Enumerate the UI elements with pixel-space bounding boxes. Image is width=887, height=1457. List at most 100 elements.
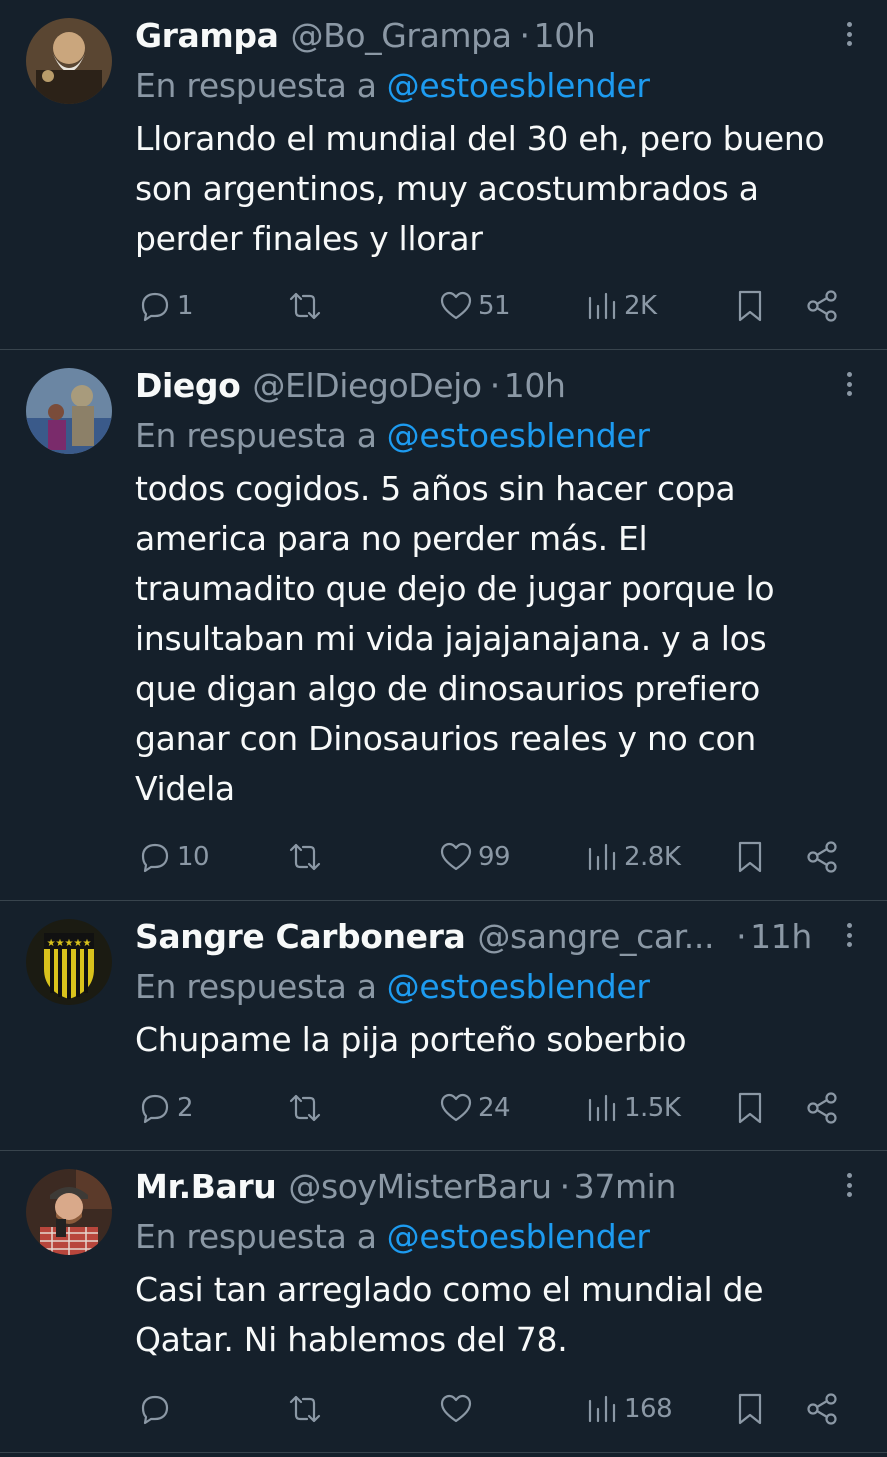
reply-count: 2 bbox=[177, 1093, 194, 1123]
more-options-icon[interactable] bbox=[837, 1167, 861, 1203]
view-count: 2.8K bbox=[624, 842, 681, 872]
share-button[interactable] bbox=[804, 1389, 840, 1429]
svg-text:★★★★★: ★★★★★ bbox=[47, 938, 92, 949]
bookmark-button[interactable] bbox=[732, 1088, 768, 1128]
separator-dot: · bbox=[489, 365, 500, 405]
tweet-item[interactable]: ★★★★★ Sangre Carbonera @sangre_car... · … bbox=[0, 901, 887, 1151]
bookmark-button[interactable] bbox=[732, 1389, 768, 1429]
author-name[interactable]: Grampa bbox=[135, 16, 279, 55]
author-handle[interactable]: @sangre_car... bbox=[477, 917, 714, 956]
reply-count: 1 bbox=[177, 291, 194, 321]
timestamp[interactable]: 11h bbox=[750, 917, 812, 956]
views-icon bbox=[588, 1395, 616, 1423]
reply-label: En respuesta a bbox=[135, 966, 377, 1006]
like-button[interactable]: 99 bbox=[438, 837, 511, 877]
tweet-item[interactable]: Grampa @Bo_Grampa · 10h En respuesta a @… bbox=[0, 0, 887, 350]
views-button[interactable]: 2.8K bbox=[584, 837, 681, 877]
like-count: 99 bbox=[478, 842, 511, 872]
views-icon bbox=[588, 1094, 616, 1122]
tweet-item[interactable]: Mr.Baru @soyMisterBaru · 37min En respue… bbox=[0, 1151, 887, 1453]
share-icon bbox=[807, 841, 837, 873]
view-count: 1.5K bbox=[624, 1093, 681, 1123]
like-button[interactable]: 24 bbox=[438, 1088, 511, 1128]
author-name[interactable]: Diego bbox=[135, 366, 241, 405]
views-icon bbox=[588, 292, 616, 320]
heart-icon bbox=[440, 842, 472, 871]
separator-dot: · bbox=[559, 1166, 570, 1206]
author-handle[interactable]: @Bo_Grampa bbox=[291, 16, 512, 55]
reply-label: En respuesta a bbox=[135, 415, 377, 455]
author-name[interactable]: Mr.Baru bbox=[135, 1167, 277, 1206]
avatar-statue-icon bbox=[26, 368, 112, 454]
reply-button[interactable]: 1 bbox=[137, 286, 194, 326]
retweet-button[interactable] bbox=[287, 1088, 323, 1128]
reply-button[interactable]: 10 bbox=[137, 837, 210, 877]
bookmark-icon bbox=[738, 841, 762, 873]
avatar[interactable] bbox=[26, 368, 112, 454]
more-options-icon[interactable] bbox=[837, 16, 861, 52]
avatar[interactable] bbox=[26, 1169, 112, 1255]
reply-label: En respuesta a bbox=[135, 1216, 377, 1256]
more-options-icon[interactable] bbox=[837, 366, 861, 402]
reply-button[interactable] bbox=[137, 1389, 177, 1429]
reply-icon bbox=[141, 1395, 169, 1425]
timestamp[interactable]: 37min bbox=[574, 1167, 677, 1206]
bookmark-button[interactable] bbox=[732, 286, 768, 326]
like-button[interactable] bbox=[438, 1389, 478, 1429]
author-handle[interactable]: @soyMisterBaru bbox=[288, 1167, 552, 1206]
timestamp[interactable]: 10h bbox=[504, 366, 566, 405]
more-options-icon[interactable] bbox=[837, 917, 861, 953]
share-icon bbox=[807, 290, 837, 322]
tweet-actions: 10 99 2.8K bbox=[0, 837, 887, 877]
retweet-icon bbox=[289, 292, 321, 320]
avatar-man-cap-icon bbox=[26, 1169, 112, 1255]
retweet-icon bbox=[289, 1094, 321, 1122]
tweet-text: todos cogidos. 5 años sin hacer copa ame… bbox=[135, 469, 775, 808]
reply-label: En respuesta a bbox=[135, 65, 377, 105]
author-name[interactable]: Sangre Carbonera bbox=[135, 917, 466, 956]
retweet-button[interactable] bbox=[287, 837, 323, 877]
views-button[interactable]: 2K bbox=[584, 286, 657, 326]
bookmark-icon bbox=[738, 1393, 762, 1425]
views-button[interactable]: 168 bbox=[584, 1389, 673, 1429]
avatar[interactable]: ★★★★★ bbox=[26, 919, 112, 1005]
retweet-icon bbox=[289, 1395, 321, 1423]
like-button[interactable]: 51 bbox=[438, 286, 511, 326]
bookmark-button[interactable] bbox=[732, 837, 768, 877]
tweet-text: Llorando el mundial del 30 eh, pero buen… bbox=[135, 119, 825, 258]
like-count: 24 bbox=[478, 1093, 511, 1123]
reply-to-link[interactable]: @estoesblender bbox=[387, 967, 650, 1006]
share-button[interactable] bbox=[804, 837, 840, 877]
reply-icon bbox=[141, 1094, 169, 1124]
retweet-button[interactable] bbox=[287, 286, 323, 326]
separator-dot: · bbox=[519, 15, 530, 55]
timestamp[interactable]: 10h bbox=[534, 16, 596, 55]
avatar-bearded-man-icon bbox=[26, 18, 112, 104]
separator-dot: · bbox=[736, 916, 747, 956]
share-button[interactable] bbox=[804, 286, 840, 326]
share-icon bbox=[807, 1393, 837, 1425]
heart-icon bbox=[440, 291, 472, 320]
reply-to-link[interactable]: @estoesblender bbox=[387, 416, 650, 455]
like-count: 51 bbox=[478, 291, 511, 321]
heart-icon bbox=[440, 1394, 472, 1423]
avatar[interactable] bbox=[26, 18, 112, 104]
reply-to-link[interactable]: @estoesblender bbox=[387, 66, 650, 105]
share-button[interactable] bbox=[804, 1088, 840, 1128]
bookmark-icon bbox=[738, 290, 762, 322]
author-handle[interactable]: @ElDiegoDejo bbox=[252, 366, 482, 405]
reply-button[interactable]: 2 bbox=[137, 1088, 194, 1128]
bookmark-icon bbox=[738, 1092, 762, 1124]
views-button[interactable]: 1.5K bbox=[584, 1088, 681, 1128]
reply-icon bbox=[141, 843, 169, 873]
heart-icon bbox=[440, 1093, 472, 1122]
tweet-actions: 2 24 1.5K bbox=[0, 1088, 887, 1128]
tweet-text: Casi tan arreglado como el mundial de Qa… bbox=[135, 1270, 764, 1359]
reply-to-link[interactable]: @estoesblender bbox=[387, 1217, 650, 1256]
share-icon bbox=[807, 1092, 837, 1124]
retweet-button[interactable] bbox=[287, 1389, 323, 1429]
tweet-item[interactable]: Diego @ElDiegoDejo · 10h En respuesta a … bbox=[0, 350, 887, 901]
view-count: 2K bbox=[624, 291, 657, 321]
view-count: 168 bbox=[624, 1394, 673, 1424]
reply-count: 10 bbox=[177, 842, 210, 872]
